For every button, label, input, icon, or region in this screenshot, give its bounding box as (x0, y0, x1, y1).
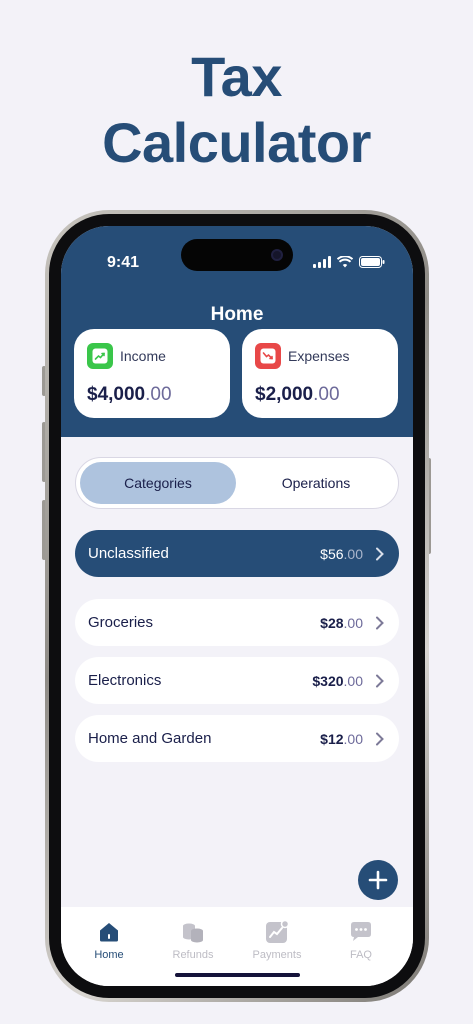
header: 9:41 Home Income $4,000.00 Expenses $2,0… (61, 226, 413, 437)
chevron-right-icon (375, 732, 385, 746)
promo-title-line1: Tax (191, 45, 282, 108)
category-row-groceries[interactable]: Groceries $28.00 (75, 599, 399, 646)
chart-icon (265, 920, 289, 944)
phone-frame: 9:41 Home Income $4,000.00 Expenses $2,0… (45, 210, 429, 1002)
category-name: Electronics (88, 672, 162, 689)
segmented-control: Categories Operations (75, 457, 399, 509)
category-row-home-and-garden[interactable]: Home and Garden $12.00 (75, 715, 399, 762)
category-name: Home and Garden (88, 730, 212, 747)
income-label: Income (120, 348, 166, 364)
tab-refunds-label: Refunds (172, 949, 214, 961)
home-indicator (175, 973, 300, 977)
category-name: Groceries (88, 614, 154, 631)
expenses-amount: $2,000.00 (255, 384, 340, 405)
status-time: 9:41 (107, 254, 140, 271)
chevron-right-icon (375, 674, 385, 688)
battery-icon (359, 256, 385, 268)
income-amount: $4,000.00 (87, 384, 172, 405)
camera-icon (271, 249, 283, 261)
chevron-right-icon (375, 547, 385, 561)
promo-title: Tax Calculator (0, 44, 473, 176)
add-button[interactable] (358, 860, 398, 900)
phone-bezel: 9:41 Home Income $4,000.00 Expenses $2,0… (49, 214, 425, 998)
status-icons (313, 256, 385, 268)
category-name: Unclassified (88, 545, 169, 562)
category-row-electronics[interactable]: Electronics $320.00 (75, 657, 399, 704)
screen-title: Home (210, 304, 264, 325)
category-amount: $28.00 (320, 614, 363, 631)
chevron-right-icon (375, 616, 385, 630)
category-amount: $56.00 (320, 545, 363, 562)
home-icon (97, 920, 121, 944)
tab-faq[interactable]: FAQ (319, 920, 403, 961)
plus-icon (368, 870, 388, 890)
phone-screen: 9:41 Home Income $4,000.00 Expenses $2,0… (61, 226, 413, 986)
promo-title-line2: Calculator (102, 111, 371, 174)
trend-down-icon (255, 343, 281, 369)
tab-refunds[interactable]: Refunds (151, 920, 235, 961)
tab-home-label: Home (94, 949, 124, 961)
category-row-unclassified[interactable]: Unclassified $56.00 (75, 530, 399, 577)
tab-operations[interactable]: Operations (238, 462, 394, 504)
wifi-icon (337, 256, 353, 268)
category-amount: $320.00 (312, 672, 363, 689)
expenses-label: Expenses (288, 348, 350, 364)
coins-icon (181, 920, 205, 944)
chat-icon (349, 920, 373, 944)
category-amount: $12.00 (320, 730, 363, 747)
expenses-card[interactable]: Expenses $2,000.00 (242, 329, 398, 418)
tab-payments-label: Payments (252, 949, 302, 961)
tab-faq-label: FAQ (349, 949, 372, 961)
income-card[interactable]: Income $4,000.00 (74, 329, 230, 418)
tab-home[interactable]: Home (67, 920, 151, 961)
trend-up-icon (87, 343, 113, 369)
dynamic-island (181, 239, 293, 271)
tab-categories[interactable]: Categories (80, 462, 236, 504)
signal-icon (313, 256, 331, 268)
tab-payments[interactable]: Payments (235, 920, 319, 961)
